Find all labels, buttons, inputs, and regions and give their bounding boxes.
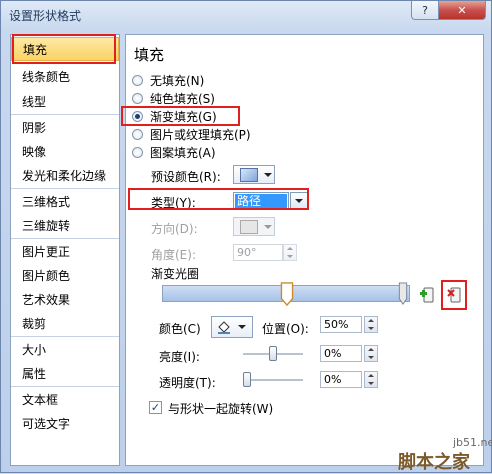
transparency-input[interactable]: 0% (320, 371, 362, 388)
divider (11, 114, 119, 115)
gradient-swatch-icon (240, 167, 258, 182)
sidebar-item-shadow[interactable]: 阴影 (11, 116, 119, 140)
sidebar-item-picture-color[interactable]: 图片颜色 (11, 264, 119, 288)
sidebar-item-glow-soft-edges[interactable]: 发光和柔化边缘 (11, 164, 119, 188)
transparency-slider-thumb[interactable] (243, 372, 251, 387)
sidebar-item-crop[interactable]: 裁剪 (11, 312, 119, 336)
radio-label: 图案填充(A) (150, 145, 216, 160)
color-label: 颜色(C) (159, 322, 201, 336)
gradient-stop[interactable] (398, 282, 408, 306)
sidebar-item-line-style[interactable]: 线型 (11, 90, 119, 114)
divider (11, 336, 119, 337)
close-button[interactable]: ✕ (438, 1, 486, 20)
radio-pattern-fill[interactable]: 图案填充(A) (132, 143, 216, 161)
radio-button[interactable] (132, 146, 143, 158)
divider (11, 386, 119, 387)
paint-bucket-icon (218, 321, 230, 334)
panel-heading: 填充 (134, 46, 165, 64)
direction-dropdown[interactable] (233, 217, 275, 236)
gradient-stop-selected[interactable] (280, 282, 294, 306)
rotate-with-shape-checkbox[interactable]: ✓ (149, 401, 162, 414)
divider (11, 188, 119, 189)
position-spinner[interactable] (364, 316, 378, 333)
gradient-stops-label: 渐变光圈 (151, 267, 200, 281)
position-label: 位置(O): (262, 322, 309, 336)
chevron-down-icon (264, 172, 272, 177)
transparency-spinner[interactable] (364, 371, 378, 388)
radio-button[interactable] (132, 92, 143, 104)
sidebar-item-3d-rotation[interactable]: 三维旋转 (11, 214, 119, 238)
brightness-spinner[interactable] (364, 345, 378, 362)
highlight-remove-stop (441, 280, 467, 310)
radio-button[interactable] (132, 74, 143, 86)
chevron-down-icon (238, 325, 246, 329)
divider (11, 238, 119, 239)
help-button[interactable]: ? (411, 1, 439, 20)
sidebar-item-line-color[interactable]: 线条颜色 (11, 65, 119, 89)
radio-picture-texture-fill[interactable]: 图片或纹理填充(P) (132, 125, 251, 143)
watermark-brand: 脚本之家 (398, 452, 470, 473)
radio-label: 无填充(N) (150, 73, 205, 88)
sidebar-item-reflection[interactable]: 映像 (11, 140, 119, 164)
title-bar: 设置形状格式 ? ✕ (1, 1, 491, 29)
sidebar-item-3d-format[interactable]: 三维格式 (11, 190, 119, 214)
sidebar-item-alt-text[interactable]: 可选文字 (11, 412, 119, 436)
radio-button[interactable] (132, 128, 143, 140)
direction-swatch-icon (240, 219, 258, 234)
format-shape-dialog: 设置形状格式 ? ✕ 填充 线条颜色 线型 阴影 映像 发光和柔化边缘 三维格式… (0, 0, 492, 473)
highlight-type-row (128, 188, 309, 210)
radio-label: 纯色填充(S) (150, 91, 215, 106)
highlight-gradient-fill (121, 106, 240, 126)
direction-label: 方向(D): (151, 222, 198, 236)
sidebar-item-picture-corrections[interactable]: 图片更正 (11, 240, 119, 264)
brightness-slider-thumb[interactable] (269, 346, 277, 361)
transparency-label: 透明度(T): (159, 376, 216, 390)
rotate-with-shape-label: 与形状一起旋转(W) (168, 402, 274, 416)
sidebar-item-properties[interactable]: 属性 (11, 362, 119, 386)
angle-label: 角度(E): (151, 248, 196, 262)
radio-solid-fill[interactable]: 纯色填充(S) (132, 89, 215, 107)
sidebar-item-text-box[interactable]: 文本框 (11, 388, 119, 412)
position-input[interactable]: 50% (320, 316, 362, 333)
preset-colors-dropdown[interactable] (233, 165, 275, 184)
angle-input[interactable]: 90° (233, 244, 283, 261)
radio-label: 图片或纹理填充(P) (150, 127, 251, 142)
window-title: 设置形状格式 (9, 9, 82, 23)
angle-spinner[interactable] (283, 244, 297, 261)
brightness-label: 亮度(I): (159, 350, 200, 364)
color-dropdown[interactable] (211, 316, 253, 338)
transparency-slider-track[interactable] (243, 379, 303, 382)
category-sidebar: 填充 线条颜色 线型 阴影 映像 发光和柔化边缘 三维格式 三维旋转 图片更正 … (10, 34, 120, 466)
brightness-input[interactable]: 0% (320, 345, 362, 362)
sidebar-item-artistic-effects[interactable]: 艺术效果 (11, 288, 119, 312)
fill-panel: 填充 无填充(N) 纯色填充(S) 渐变填充(G) 图片或纹理填充(P) 图案填… (125, 34, 484, 466)
radio-no-fill[interactable]: 无填充(N) (132, 71, 204, 89)
add-gradient-stop-icon[interactable] (419, 285, 436, 304)
chevron-down-icon (264, 224, 272, 229)
preset-colors-label: 预设颜色(R): (151, 170, 221, 184)
sidebar-item-size[interactable]: 大小 (11, 338, 119, 362)
highlight-fill-item (12, 34, 116, 64)
